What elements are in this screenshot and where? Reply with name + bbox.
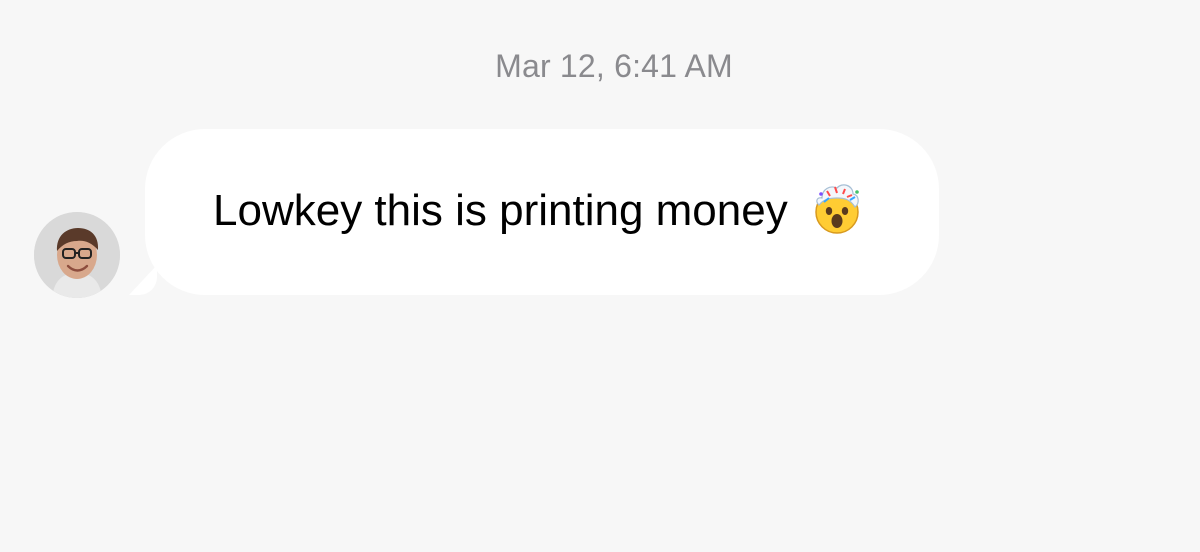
exploding-head-emoji-icon [810, 181, 864, 235]
contact-avatar-icon[interactable] [34, 212, 120, 298]
incoming-message-bubble[interactable]: Lowkey this is printing money [145, 129, 939, 295]
message-text: Lowkey this is printing money [213, 186, 788, 235]
incoming-message-row: Lowkey this is printing money [0, 0, 1200, 552]
message-content: Lowkey this is printing money [213, 181, 864, 239]
